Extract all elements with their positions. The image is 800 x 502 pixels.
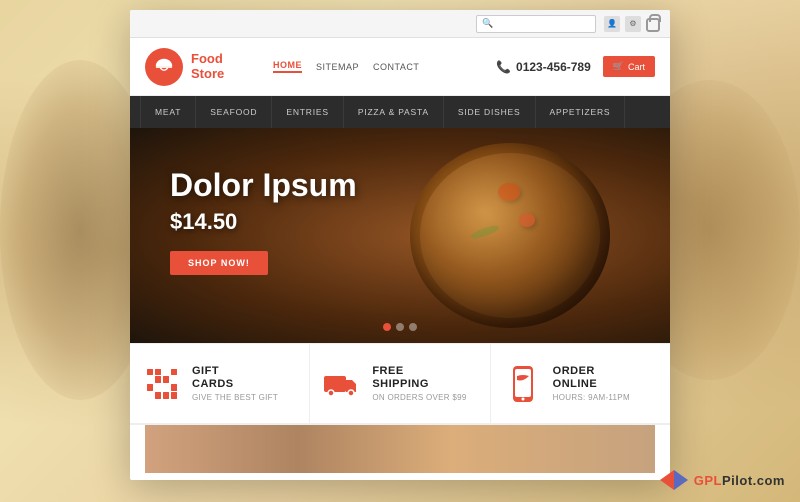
gpl-prefix: GPL (694, 473, 722, 488)
gift-cards-icon (144, 366, 180, 402)
hero-price: $14.50 (170, 209, 357, 235)
qr-cell (171, 384, 177, 390)
cart-label: Cart (628, 62, 645, 72)
qr-cell (147, 384, 153, 390)
qr-cell (147, 392, 153, 398)
user-icon: 👤 (604, 16, 620, 32)
feature-shipping-title: FREESHIPPING (372, 365, 466, 391)
qr-cell (155, 392, 161, 398)
phone-feature-icon (505, 366, 541, 402)
feature-order-text: ORDERONLINE HOURS: 9AM-11PM (553, 365, 630, 402)
cat-pizza-pasta[interactable]: PIZZA & PASTA (344, 96, 444, 128)
phone-icon: 📞 (496, 60, 511, 74)
tomato-decoration-1 (498, 183, 520, 201)
herb-decoration (470, 223, 501, 241)
cat-side-dishes[interactable]: SIDE DISHES (444, 96, 536, 128)
nav-contact[interactable]: CONTACT (373, 62, 419, 72)
hero-content: Dolor Ipsum $14.50 SHOP NOW! (170, 168, 357, 275)
gpl-watermark: GPLPilot.com (660, 470, 785, 490)
qr-cell (155, 384, 161, 390)
qr-cell (163, 376, 169, 382)
feature-gift-cards-text: GIFTCARDS GIVE THE BEST GIFT (192, 365, 278, 402)
site-header: Food Store HOME SITEMAP CONTACT 📞 0123-4… (130, 38, 670, 96)
logo-icon-wrap (145, 48, 183, 86)
tomato-decoration-2 (519, 213, 535, 227)
qr-cell (171, 369, 177, 375)
feature-gift-cards: GIFTCARDS GIVE THE BEST GIFT (130, 344, 310, 423)
qr-cell (147, 376, 153, 382)
search-icon: 🔍 (482, 18, 493, 29)
gpl-diamond-left (660, 470, 674, 490)
slide-dot-1[interactable] (383, 323, 391, 331)
dish-visual (410, 143, 610, 328)
bowl-icon (153, 56, 175, 78)
header-nav: HOME SITEMAP CONTACT (273, 60, 496, 73)
header-phone: 📞 0123-456-789 (496, 60, 591, 74)
gpl-logo (660, 470, 688, 490)
logo-line1: Food (191, 52, 224, 66)
qr-cell (155, 376, 161, 382)
shop-now-button[interactable]: SHOP NOW! (170, 251, 268, 275)
qr-cell (147, 369, 153, 375)
settings-icon: ⚙ (625, 16, 641, 32)
feature-order-title: ORDERONLINE (553, 365, 630, 391)
qr-cell (163, 384, 169, 390)
qr-cell (163, 369, 169, 375)
hero-image: Dolor Ipsum $14.50 SHOP NOW! (130, 128, 670, 343)
cart-button[interactable]: 🛒 Cart (603, 56, 655, 77)
hero-title: Dolor Ipsum (170, 168, 357, 203)
hero-slider: Dolor Ipsum $14.50 SHOP NOW! (130, 128, 670, 343)
bottom-image-preview (145, 425, 655, 473)
phone-number: 0123-456-789 (516, 60, 591, 74)
cat-entries[interactable]: ENTRIES (272, 96, 343, 128)
feature-free-shipping: FREESHIPPING ON ORDERS OVER $99 (310, 344, 490, 423)
category-nav: MEAT SEAFOOD ENTRIES PIZZA & PASTA SIDE … (130, 96, 670, 128)
qr-cell (163, 392, 169, 398)
qr-cell (171, 376, 177, 382)
bottom-strip (130, 423, 670, 473)
cat-seafood[interactable]: SEAFOOD (196, 96, 272, 128)
nav-sitemap[interactable]: SITEMAP (316, 62, 359, 72)
feature-gift-cards-sub: GIVE THE BEST GIFT (192, 393, 278, 402)
phone-feature-svg (509, 366, 537, 402)
feature-gift-cards-title: GIFTCARDS (192, 365, 278, 391)
feature-shipping-text: FREESHIPPING ON ORDERS OVER $99 (372, 365, 466, 402)
feature-order-sub: HOURS: 9AM-11PM (553, 393, 630, 402)
slide-dot-3[interactable] (409, 323, 417, 331)
logo-text: Food Store (191, 52, 224, 81)
qr-cell (171, 392, 177, 398)
gpl-diamond-right (674, 470, 688, 490)
cat-meat[interactable]: MEAT (140, 96, 196, 128)
search-bar[interactable]: 🔍 (476, 15, 596, 33)
nav-home[interactable]: HOME (273, 60, 302, 73)
website-preview-card: 🔍 👤 ⚙ Food Store HOME SITEMAP (130, 10, 670, 480)
feature-order-online: ORDERONLINE HOURS: 9AM-11PM (491, 344, 670, 423)
logo-line2: Store (191, 67, 224, 81)
utility-bar: 🔍 👤 ⚙ (130, 10, 670, 38)
truck-icon (324, 366, 360, 402)
qr-cell (155, 369, 161, 375)
qr-icon (147, 369, 177, 399)
lock-icon (646, 18, 660, 32)
truck-svg (324, 370, 360, 398)
logo-area: Food Store (145, 48, 255, 86)
feature-strip: GIFTCARDS GIVE THE BEST GIFT FREESHIPPIN… (130, 343, 670, 423)
slider-dots (383, 323, 417, 331)
utility-icons: 👤 ⚙ (604, 16, 660, 32)
cat-appetizers[interactable]: APPETIZERS (536, 96, 626, 128)
slide-dot-2[interactable] (396, 323, 404, 331)
gpl-text: GPLPilot.com (694, 473, 785, 488)
feature-shipping-sub: ON ORDERS OVER $99 (372, 393, 466, 402)
